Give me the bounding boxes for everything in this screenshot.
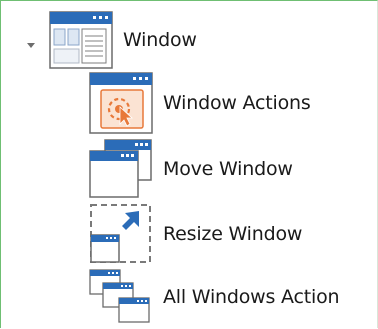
resize-window-icon — [89, 203, 153, 265]
tree-node-all-windows-action[interactable]: All Windows Action — [89, 269, 340, 325]
tree-panel: Window Window Actions Move Window Resize… — [0, 0, 378, 328]
tree-node-label: All Windows Action — [163, 285, 340, 308]
window-form-icon — [49, 11, 113, 69]
tree-node-label: Window — [123, 28, 197, 51]
collapse-arrow-icon[interactable] — [23, 39, 39, 51]
all-windows-icon — [89, 269, 153, 325]
window-actions-icon — [89, 72, 153, 134]
tree-node-window-actions[interactable]: Window Actions — [89, 72, 311, 134]
tree-node-resize-window[interactable]: Resize Window — [89, 203, 302, 265]
tree-node-window[interactable]: Window — [49, 11, 197, 69]
tree-node-move-window[interactable]: Move Window — [89, 139, 293, 199]
tree-node-label: Move Window — [163, 157, 293, 180]
tree-node-label: Resize Window — [163, 222, 303, 245]
move-window-icon — [89, 139, 153, 199]
tree-node-label: Window Actions — [163, 91, 311, 114]
